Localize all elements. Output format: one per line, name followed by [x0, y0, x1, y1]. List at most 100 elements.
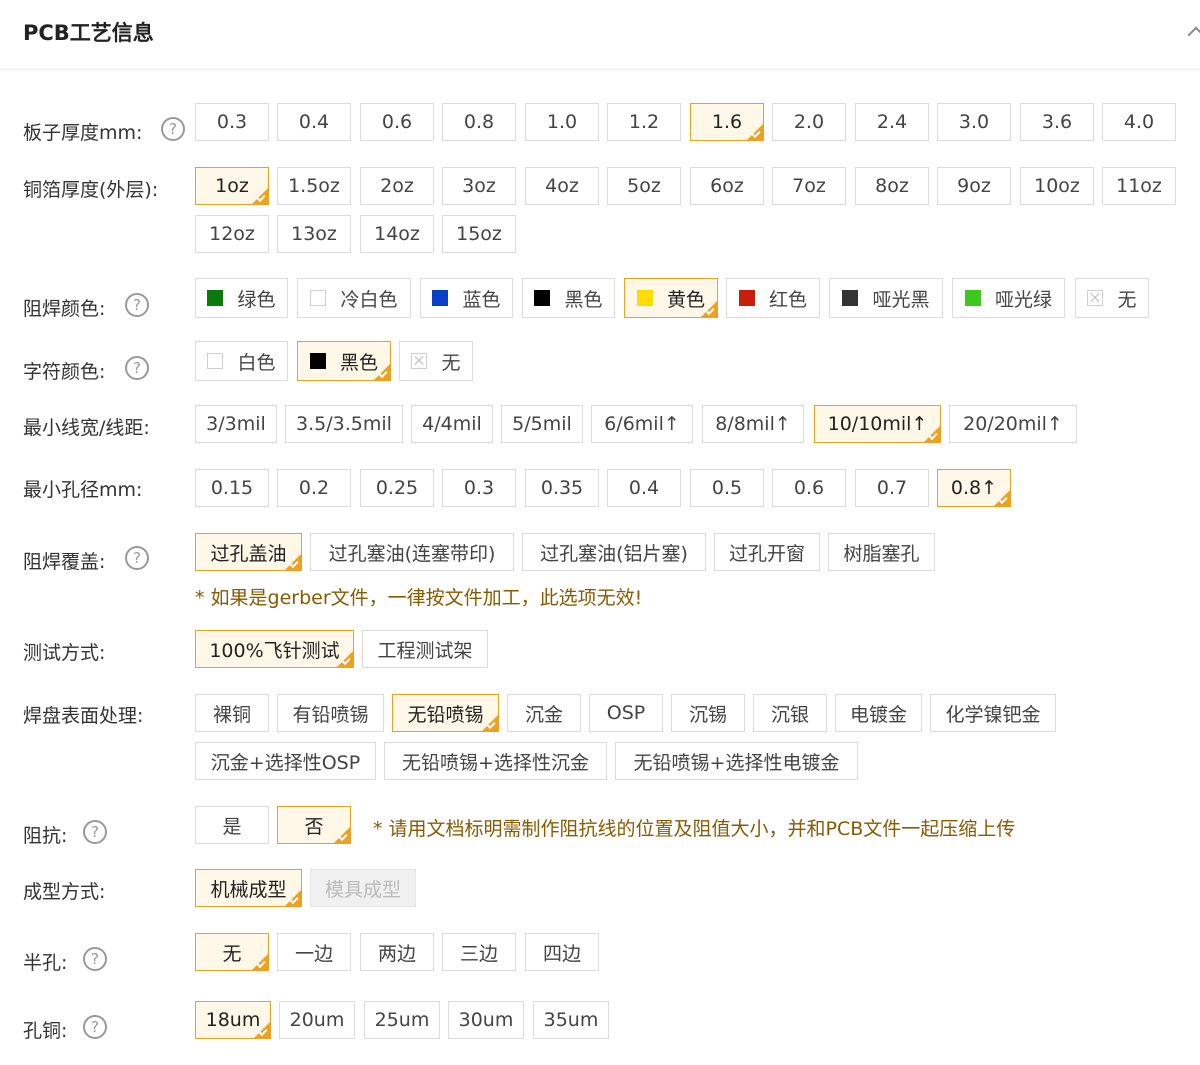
option-board-thickness[interactable]: 1.0	[525, 103, 599, 141]
option-copper-thickness[interactable]: 4oz	[525, 167, 599, 205]
option-copper-thickness[interactable]: 11oz	[1102, 167, 1176, 205]
help-icon[interactable]: ?	[125, 293, 149, 317]
option-surface-finish[interactable]: 无铅喷锡+选择性沉金	[384, 742, 607, 780]
option-copper-thickness[interactable]: 1.5oz	[277, 167, 351, 205]
option-forming-selected[interactable]: 机械成型	[195, 869, 302, 907]
option-board-thickness[interactable]: 0.8	[442, 103, 516, 141]
option-surface-finish[interactable]: 沉金	[507, 694, 581, 732]
option-color-red[interactable]: 红色	[726, 278, 820, 318]
option-copper-thickness[interactable]: 8oz	[855, 167, 929, 205]
option-surface-finish[interactable]: 化学镍钯金	[930, 694, 1056, 732]
help-icon[interactable]: ?	[83, 1015, 107, 1039]
option-surface-finish-selected[interactable]: 无铅喷锡	[392, 694, 499, 732]
option-half-hole[interactable]: 四边	[525, 933, 599, 971]
option-board-thickness[interactable]: 0.4	[277, 103, 351, 141]
option-min-hole[interactable]: 0.5	[690, 469, 764, 507]
help-icon[interactable]: ?	[83, 947, 107, 971]
option-board-thickness[interactable]: 1.2	[607, 103, 681, 141]
option-min-hole[interactable]: 0.7	[855, 469, 929, 507]
option-min-hole[interactable]: 0.25	[360, 469, 434, 507]
option-hole-copper[interactable]: 30um	[448, 1001, 524, 1039]
option-copper-thickness[interactable]: 14oz	[360, 215, 434, 253]
option-board-thickness[interactable]: 3.6	[1020, 103, 1094, 141]
option-copper-thickness[interactable]: 6oz	[690, 167, 764, 205]
option-min-trace[interactable]: 5/5mil	[501, 405, 583, 443]
option-min-trace[interactable]: 3/3mil	[195, 405, 277, 443]
option-hole-copper-selected[interactable]: 18um	[195, 1001, 271, 1039]
option-surface-finish[interactable]: 沉锡	[671, 694, 745, 732]
option-half-hole[interactable]: 一边	[277, 933, 351, 971]
option-via-cover[interactable]: 过孔塞油(连塞带印)	[310, 533, 514, 571]
copper-thickness-label: 铜箔厚度(外层):	[23, 179, 159, 201]
option-min-hole[interactable]: 0.6	[772, 469, 846, 507]
option-copper-thickness[interactable]: 12oz	[195, 215, 269, 253]
option-min-trace[interactable]: 8/8mil↑	[702, 405, 804, 443]
option-via-cover-selected[interactable]: 过孔盖油	[195, 533, 302, 571]
option-min-trace[interactable]: 3.5/3.5mil	[285, 405, 403, 443]
option-hole-copper[interactable]: 20um	[279, 1001, 355, 1039]
option-impedance-no-selected[interactable]: 否	[277, 806, 351, 844]
option-surface-finish[interactable]: 电镀金	[835, 694, 922, 732]
option-min-trace[interactable]: 4/4mil	[411, 405, 493, 443]
help-icon[interactable]: ?	[125, 356, 149, 380]
option-test-method-selected[interactable]: 100%飞针测试	[195, 630, 354, 668]
option-color-matte-green[interactable]: 哑光绿	[952, 278, 1065, 318]
option-half-hole-selected[interactable]: 无	[195, 933, 269, 971]
option-copper-thickness[interactable]: 10oz	[1020, 167, 1094, 205]
option-copper-thickness[interactable]: 2oz	[360, 167, 434, 205]
option-min-trace[interactable]: 20/20mil↑	[949, 405, 1077, 443]
option-silk-white[interactable]: 白色	[195, 341, 288, 381]
option-via-cover[interactable]: 过孔开窗	[714, 533, 820, 571]
option-silk-none[interactable]: 无	[399, 341, 473, 381]
option-min-hole[interactable]: 0.3	[442, 469, 516, 507]
option-half-hole[interactable]: 两边	[360, 933, 434, 971]
collapse-chevron-icon[interactable]	[1186, 22, 1200, 38]
option-min-hole[interactable]: 0.4	[607, 469, 681, 507]
option-color-cool-white[interactable]: 冷白色	[297, 278, 411, 318]
option-board-thickness[interactable]: 3.0	[937, 103, 1011, 141]
option-board-thickness-selected[interactable]: 1.6	[690, 103, 764, 141]
option-min-trace[interactable]: 6/6mil↑	[591, 405, 693, 443]
option-surface-finish[interactable]: 无铅喷锡+选择性电镀金	[615, 742, 858, 780]
help-icon[interactable]: ?	[125, 546, 149, 570]
option-color-none[interactable]: 无	[1075, 278, 1149, 318]
option-test-method[interactable]: 工程测试架	[362, 630, 488, 668]
option-impedance-yes[interactable]: 是	[195, 806, 269, 844]
option-surface-finish[interactable]: 沉银	[753, 694, 827, 732]
option-copper-thickness[interactable]: 5oz	[607, 167, 681, 205]
option-board-thickness[interactable]: 0.3	[195, 103, 269, 141]
option-min-hole[interactable]: 0.15	[195, 469, 269, 507]
option-copper-thickness[interactable]: 13oz	[277, 215, 351, 253]
option-copper-thickness[interactable]: 9oz	[937, 167, 1011, 205]
option-hole-copper[interactable]: 25um	[364, 1001, 440, 1039]
option-min-hole[interactable]: 0.35	[525, 469, 599, 507]
option-color-green[interactable]: 绿色	[195, 278, 288, 318]
option-half-hole[interactable]: 三边	[442, 933, 516, 971]
option-color-black[interactable]: 黑色	[522, 278, 615, 318]
option-copper-thickness[interactable]: 7oz	[772, 167, 846, 205]
option-min-hole[interactable]: 0.2	[277, 469, 351, 507]
option-copper-thickness[interactable]: 3oz	[442, 167, 516, 205]
option-color-yellow-selected[interactable]: 黄色	[624, 278, 718, 318]
help-icon[interactable]: ?	[161, 117, 185, 141]
option-copper-thickness[interactable]: 15oz	[442, 215, 516, 253]
option-color-blue[interactable]: 蓝色	[420, 278, 513, 318]
option-silk-black-selected[interactable]: 黑色	[297, 341, 391, 381]
option-hole-copper[interactable]: 35um	[533, 1001, 609, 1039]
option-min-trace-selected[interactable]: 10/10mil↑	[814, 405, 941, 443]
option-surface-finish[interactable]: 裸铜	[195, 694, 269, 732]
option-surface-finish[interactable]: 沉金+选择性OSP	[195, 742, 376, 780]
option-board-thickness[interactable]: 2.0	[772, 103, 846, 141]
option-board-thickness[interactable]: 0.6	[360, 103, 434, 141]
board-thickness-label: 板子厚度mm:	[23, 122, 143, 144]
option-surface-finish[interactable]: 有铅喷锡	[277, 694, 384, 732]
option-board-thickness[interactable]: 2.4	[855, 103, 929, 141]
option-copper-thickness-selected[interactable]: 1oz	[195, 167, 269, 205]
option-board-thickness[interactable]: 4.0	[1102, 103, 1176, 141]
option-min-hole-selected[interactable]: 0.8↑	[937, 469, 1011, 507]
option-color-matte-black[interactable]: 哑光黑	[829, 278, 943, 318]
help-icon[interactable]: ?	[83, 820, 107, 844]
option-via-cover[interactable]: 过孔塞油(铝片塞)	[522, 533, 706, 571]
option-surface-finish[interactable]: OSP	[589, 694, 663, 732]
option-via-cover[interactable]: 树脂塞孔	[828, 533, 935, 571]
